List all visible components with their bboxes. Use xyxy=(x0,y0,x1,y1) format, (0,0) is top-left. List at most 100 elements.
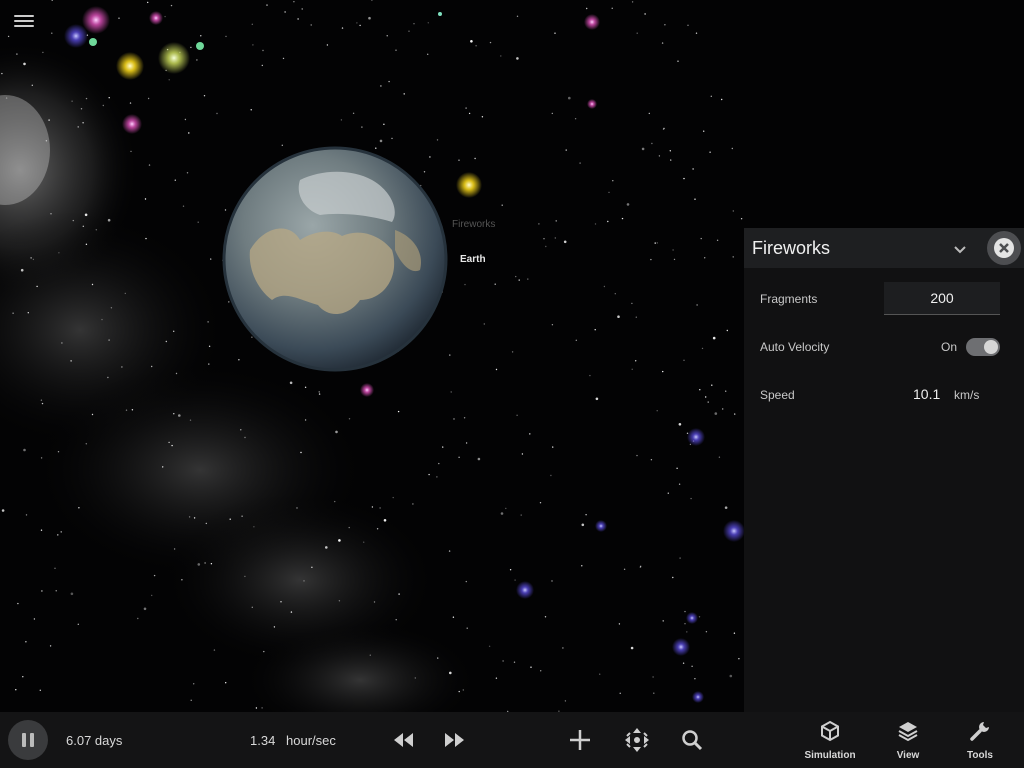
star xyxy=(636,32,638,34)
star xyxy=(262,49,264,52)
star xyxy=(281,144,283,146)
star xyxy=(153,574,156,577)
star xyxy=(631,368,633,370)
tab-simulation[interactable]: Simulation xyxy=(800,720,860,764)
star xyxy=(91,413,94,416)
star xyxy=(477,457,481,461)
star xyxy=(520,514,522,516)
star xyxy=(614,293,616,295)
star xyxy=(653,692,655,694)
earth-label[interactable]: Earth xyxy=(460,254,486,265)
auto-velocity-state: On xyxy=(941,340,958,354)
speed-label: Speed xyxy=(760,388,795,402)
star xyxy=(335,430,338,434)
star xyxy=(555,220,557,222)
star xyxy=(711,384,713,386)
star xyxy=(505,507,507,510)
star xyxy=(449,354,451,356)
star xyxy=(687,24,689,26)
auto-velocity-toggle[interactable] xyxy=(966,338,1000,356)
time-rate-value[interactable]: 1.34 xyxy=(250,733,275,748)
star xyxy=(474,157,476,160)
star xyxy=(70,360,72,362)
star xyxy=(33,618,36,620)
star xyxy=(568,96,571,100)
star xyxy=(49,645,52,647)
star xyxy=(391,137,393,140)
tab-simulation-label: Simulation xyxy=(804,750,856,761)
star xyxy=(663,127,665,130)
pause-button[interactable] xyxy=(8,720,48,760)
star xyxy=(714,412,718,415)
star xyxy=(518,279,520,281)
fast-forward-icon xyxy=(445,733,464,747)
star xyxy=(630,646,634,650)
star xyxy=(683,177,685,180)
star xyxy=(397,410,400,413)
star xyxy=(436,476,438,478)
star xyxy=(379,507,381,509)
star xyxy=(672,576,674,579)
star xyxy=(463,417,466,419)
star xyxy=(118,17,120,19)
star xyxy=(168,79,170,81)
star xyxy=(395,619,397,621)
fragments-input[interactable] xyxy=(884,282,1000,315)
chevron-down-icon[interactable] xyxy=(951,240,969,258)
star xyxy=(678,423,682,426)
star xyxy=(244,436,246,439)
star xyxy=(82,225,85,227)
star xyxy=(55,590,57,592)
star xyxy=(721,98,723,101)
star xyxy=(662,370,664,373)
earth-planet[interactable] xyxy=(222,146,448,372)
tab-view[interactable]: View xyxy=(878,720,938,764)
star xyxy=(428,473,430,476)
star xyxy=(608,191,610,194)
rewind-icon xyxy=(394,733,413,747)
close-button[interactable] xyxy=(987,231,1021,265)
star xyxy=(462,689,464,691)
menu-button[interactable] xyxy=(14,12,34,32)
star xyxy=(20,268,24,272)
fireworks-label[interactable]: Fireworks xyxy=(452,219,495,230)
star xyxy=(650,459,653,461)
star xyxy=(131,409,134,411)
star xyxy=(225,35,227,38)
star xyxy=(408,30,410,32)
search-icon xyxy=(682,730,703,751)
star xyxy=(458,159,460,161)
star xyxy=(51,32,53,34)
star xyxy=(340,119,343,121)
fireworks-panel: Fireworks Fragments Auto Velocity On Spe… xyxy=(744,228,1024,712)
star xyxy=(151,365,153,368)
star xyxy=(575,339,577,341)
star xyxy=(700,237,702,240)
speed-unit: km/s xyxy=(954,388,980,402)
star xyxy=(707,401,709,403)
star xyxy=(369,654,371,656)
add-button[interactable] xyxy=(568,728,592,757)
star xyxy=(552,446,554,448)
fast-forward-button[interactable] xyxy=(442,730,466,755)
star xyxy=(23,448,26,452)
star xyxy=(197,221,199,223)
star xyxy=(170,4,173,7)
star xyxy=(45,140,48,142)
star xyxy=(251,23,253,25)
search-button[interactable] xyxy=(680,728,704,757)
star xyxy=(348,526,350,529)
star xyxy=(673,258,676,261)
rewind-button[interactable] xyxy=(392,730,416,755)
star xyxy=(304,386,307,388)
star xyxy=(651,142,653,145)
center-view-button[interactable] xyxy=(623,727,651,758)
star xyxy=(151,594,153,597)
star xyxy=(107,218,111,222)
star xyxy=(726,329,728,332)
star xyxy=(414,677,416,679)
star xyxy=(173,413,175,415)
speed-value[interactable]: 10.1 xyxy=(913,386,940,402)
tab-tools[interactable]: Tools xyxy=(950,720,1010,764)
star xyxy=(412,503,414,505)
